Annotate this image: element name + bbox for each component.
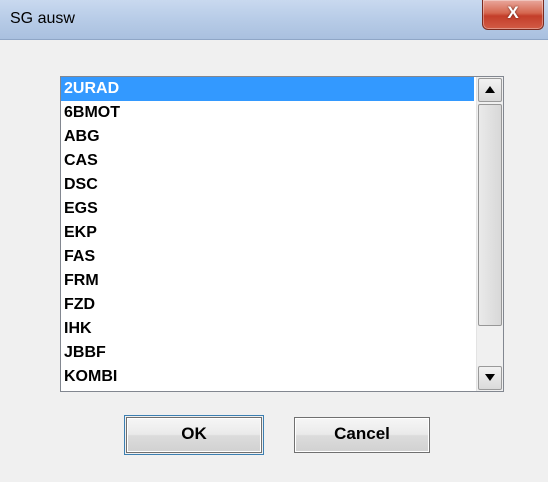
dialog-window: SG ausw X 2URAD 6BMOT ABG CAS DSC EGS EK…	[0, 0, 548, 482]
list-item[interactable]: EKP	[61, 221, 474, 245]
list-items: 2URAD 6BMOT ABG CAS DSC EGS EKP FAS FRM …	[61, 77, 474, 389]
arrow-down-icon	[485, 374, 495, 381]
list-item[interactable]: IHK	[61, 317, 474, 341]
dialog-client-area: 2URAD 6BMOT ABG CAS DSC EGS EKP FAS FRM …	[6, 41, 542, 482]
scroll-up-button[interactable]	[478, 78, 502, 102]
list-item[interactable]: DSC	[61, 173, 474, 197]
list-item[interactable]: FRM	[61, 269, 474, 293]
list-item[interactable]: 2URAD	[61, 77, 474, 101]
list-item[interactable]: JBBF	[61, 341, 474, 365]
vertical-scrollbar[interactable]	[476, 77, 503, 391]
close-icon: X	[507, 3, 519, 22]
list-item[interactable]: EGS	[61, 197, 474, 221]
ecu-listbox[interactable]: 2URAD 6BMOT ABG CAS DSC EGS EKP FAS FRM …	[60, 76, 504, 392]
scroll-down-button[interactable]	[478, 366, 502, 390]
close-button[interactable]: X	[482, 0, 544, 30]
cancel-button[interactable]: Cancel	[294, 417, 430, 453]
list-item[interactable]: FZD	[61, 293, 474, 317]
arrow-up-icon	[485, 86, 495, 93]
title-bar[interactable]: SG ausw X	[0, 0, 548, 40]
list-item[interactable]: CAS	[61, 149, 474, 173]
list-item[interactable]: KOMBI	[61, 365, 474, 389]
list-item[interactable]: ABG	[61, 125, 474, 149]
window-title: SG ausw	[10, 10, 75, 27]
ok-button[interactable]: OK	[124, 415, 264, 455]
list-item[interactable]: 6BMOT	[61, 101, 474, 125]
list-item[interactable]: FAS	[61, 245, 474, 269]
scroll-thumb[interactable]	[478, 104, 502, 326]
